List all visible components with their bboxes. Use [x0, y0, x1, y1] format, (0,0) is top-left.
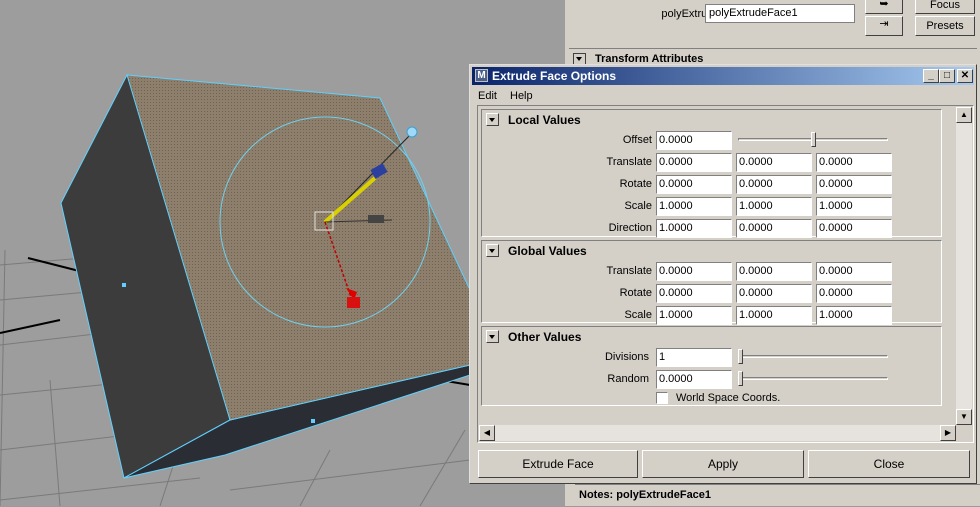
scroll-down-icon[interactable]: ▼ [956, 409, 972, 425]
local-scale-x[interactable]: 1.0000 [656, 197, 732, 216]
extrude-face-options-dialog: M Extrude Face Options _ □ ✕ Edit Help L… [469, 64, 977, 484]
rotate-label: Rotate [619, 178, 652, 190]
translate-label: Translate [606, 156, 652, 168]
random-label: Random [607, 373, 649, 385]
local-scale-z[interactable]: 1.0000 [816, 197, 892, 216]
global-scale-y[interactable]: 1.0000 [736, 306, 812, 325]
collapse-arrow-icon[interactable] [486, 113, 499, 126]
local-values-group: Local Values Offset 0.0000 Translate 0.0… [481, 109, 942, 238]
global-values-group: Global Values Translate 0.0000 0.0000 0.… [481, 240, 942, 325]
copy-tab-button[interactable]: ⇥ [865, 16, 903, 36]
global-rotate-y[interactable]: 0.0000 [736, 284, 812, 303]
translate-label: Translate [606, 265, 652, 277]
apply-button[interactable]: Apply [642, 450, 804, 478]
minimize-button[interactable]: _ [923, 69, 939, 83]
direction-z[interactable]: 0.0000 [816, 219, 892, 238]
local-rotate-x[interactable]: 0.0000 [656, 175, 732, 194]
global-translate-y[interactable]: 0.0000 [736, 262, 812, 281]
collapse-arrow-icon[interactable] [486, 244, 499, 257]
random-slider[interactable] [738, 371, 888, 387]
other-values-group: Other Values Divisions 1 Random 0.0000 W… [481, 326, 942, 406]
vertex-marker [122, 283, 126, 287]
local-scale-y[interactable]: 1.0000 [736, 197, 812, 216]
maximize-button[interactable]: □ [939, 69, 955, 83]
local-rotate-z[interactable]: 0.0000 [816, 175, 892, 194]
offset-field[interactable]: 0.0000 [656, 131, 732, 150]
scroll-right-icon[interactable]: ▶ [940, 425, 956, 441]
focus-button[interactable]: Focus [915, 0, 975, 14]
world-space-checkbox[interactable] [656, 392, 668, 404]
direction-label: Direction [608, 222, 652, 234]
slider-thumb[interactable] [738, 349, 743, 364]
direction-y[interactable]: 0.0000 [736, 219, 812, 238]
world-space-label: World Space Coords. [676, 392, 781, 404]
notes-label: Notes: polyExtrudeFace1 [579, 489, 712, 501]
collapse-arrow-icon[interactable] [486, 330, 499, 343]
global-rotate-z[interactable]: 0.0000 [816, 284, 892, 303]
scale-label: Scale [624, 309, 652, 321]
options-scroll-area[interactable]: Local Values Offset 0.0000 Translate 0.0… [477, 105, 974, 443]
global-scale-z[interactable]: 1.0000 [816, 306, 892, 325]
group-title: Global Values [508, 244, 587, 258]
global-rotate-x[interactable]: 0.0000 [656, 284, 732, 303]
arrow-in-icon: ➥ [879, 0, 889, 10]
menu-help[interactable]: Help [510, 90, 533, 102]
local-translate-z[interactable]: 0.0000 [816, 153, 892, 172]
title-bar[interactable]: M Extrude Face Options _ □ ✕ [472, 67, 974, 85]
notes-bar: Notes: polyExtrudeFace1 [575, 484, 980, 507]
maya-app-icon: M [475, 69, 488, 82]
slider-thumb[interactable] [810, 132, 816, 147]
menu-bar: Edit Help [472, 87, 974, 105]
dialog-title: Extrude Face Options [492, 69, 617, 83]
direction-x[interactable]: 1.0000 [656, 219, 732, 238]
divisions-slider[interactable] [738, 349, 888, 365]
group-title: Local Values [508, 113, 581, 127]
divisions-label: Divisions [604, 351, 649, 363]
horizontal-scrollbar[interactable]: ◀ ▶ [479, 425, 956, 441]
divisions-field[interactable]: 1 [656, 348, 732, 367]
scroll-up-icon[interactable]: ▲ [956, 107, 972, 123]
local-translate-x[interactable]: 0.0000 [656, 153, 732, 172]
load-attributes-button[interactable]: ➥ [865, 0, 903, 14]
global-translate-x[interactable]: 0.0000 [656, 262, 732, 281]
local-rotate-y[interactable]: 0.0000 [736, 175, 812, 194]
extrude-face-button[interactable]: Extrude Face [478, 450, 638, 478]
global-scale-x[interactable]: 1.0000 [656, 306, 732, 325]
rotate-label: Rotate [619, 287, 652, 299]
scroll-left-icon[interactable]: ◀ [479, 425, 495, 441]
slider-thumb[interactable] [738, 371, 743, 386]
presets-button[interactable]: Presets [915, 16, 975, 36]
arrow-out-icon: ⇥ [879, 18, 889, 30]
close-button[interactable]: Close [808, 450, 970, 478]
close-window-button[interactable]: ✕ [957, 69, 973, 83]
vertex-marker [311, 419, 315, 423]
offset-slider[interactable] [738, 132, 888, 148]
global-translate-z[interactable]: 0.0000 [816, 262, 892, 281]
local-translate-y[interactable]: 0.0000 [736, 153, 812, 172]
vertical-scrollbar[interactable]: ▲ ▼ [956, 107, 972, 425]
menu-edit[interactable]: Edit [478, 90, 497, 102]
scale-label: Scale [624, 200, 652, 212]
random-field[interactable]: 0.0000 [656, 370, 732, 389]
offset-label: Offset [622, 134, 652, 146]
group-title: Other Values [508, 330, 582, 344]
node-name-field[interactable]: polyExtrudeFace1 [705, 4, 855, 23]
